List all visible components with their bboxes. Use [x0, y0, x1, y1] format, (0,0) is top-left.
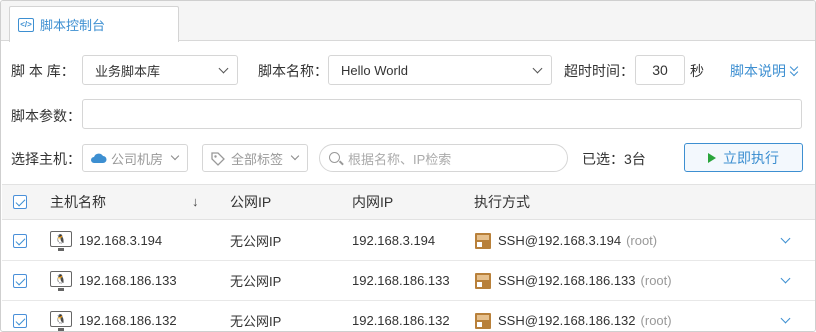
- select-all-checkbox[interactable]: [13, 195, 27, 209]
- run-now-label: 立即执行: [723, 149, 779, 166]
- tag-filter-value: 全部标签: [231, 151, 284, 167]
- room-filter-select[interactable]: 公司机房: [82, 144, 188, 172]
- cloud-icon: [91, 153, 107, 163]
- public-ip: 无公网IP: [230, 234, 282, 249]
- chevron-down-icon: [532, 63, 543, 74]
- chevron-down-icon: [218, 63, 229, 74]
- private-ip: 192.168.3.194: [352, 233, 436, 248]
- exec-method-target: SSH@192.168.186.133: [498, 273, 636, 288]
- exec-method-user: (root): [626, 233, 658, 248]
- table-row[interactable]: 🐧 192.168.186.132 无公网IP 192.168.186.132 …: [2, 301, 815, 331]
- room-filter-value: 公司机房: [111, 151, 164, 167]
- host-table-header: 主机名称 ↓ 公网IP 内网IP 执行方式: [2, 184, 815, 220]
- exec-method-target: SSH@192.168.3.194: [498, 233, 622, 248]
- chevron-down-icon[interactable]: [780, 313, 791, 324]
- script-help-label: 脚本说明: [730, 63, 786, 79]
- row-checkbox[interactable]: [13, 234, 27, 248]
- params-input[interactable]: [82, 99, 802, 129]
- exec-method: SSH@192.168.186.132 (root): [498, 301, 672, 331]
- exec-method-target: SSH@192.168.186.132: [498, 313, 636, 328]
- host-search-placeholder: 根据名称、IP检索: [348, 151, 452, 167]
- ssh-icon: [475, 273, 491, 289]
- public-ip: 无公网IP: [230, 314, 282, 329]
- ssh-icon: [475, 233, 491, 249]
- host-name: 192.168.3.194: [79, 233, 163, 248]
- sort-arrow-icon[interactable]: ↓: [192, 194, 199, 209]
- run-now-button[interactable]: 立即执行: [684, 143, 803, 172]
- library-select[interactable]: 业务脚本库: [82, 55, 238, 85]
- timeout-label: 超时时间：: [564, 63, 634, 79]
- tab-bar: </> 脚本控制台: [1, 1, 815, 42]
- header-host-name[interactable]: 主机名称: [50, 185, 106, 219]
- chevron-down-icon: [170, 151, 180, 161]
- header-public-ip: 公网IP: [230, 194, 272, 210]
- row-checkbox[interactable]: [13, 274, 27, 288]
- tab-label: 脚本控制台: [40, 18, 106, 33]
- chevron-down-icon: [290, 151, 300, 161]
- header-private-ip: 内网IP: [352, 194, 394, 210]
- library-value: 业务脚本库: [95, 63, 161, 79]
- private-ip: 192.168.186.133: [352, 273, 450, 288]
- exec-method-user: (root): [640, 273, 672, 288]
- script-name-value: Hello World: [341, 62, 408, 78]
- chevron-down-icon[interactable]: [780, 273, 791, 284]
- exec-method: SSH@192.168.3.194 (root): [498, 221, 657, 260]
- search-icon: [329, 152, 340, 163]
- header-method: 执行方式: [474, 194, 530, 210]
- script-help-link[interactable]: 脚本说明: [730, 61, 799, 81]
- timeout-input[interactable]: 30: [635, 55, 685, 85]
- play-icon: [708, 152, 716, 163]
- library-label: 脚 本 库：: [11, 63, 75, 79]
- code-icon: </>: [18, 17, 34, 32]
- host-name: 192.168.186.133: [79, 273, 177, 288]
- timeout-unit: 秒: [690, 63, 704, 79]
- tag-icon: [211, 152, 225, 166]
- host-name: 192.168.186.132: [79, 313, 177, 328]
- row-checkbox[interactable]: [13, 314, 27, 328]
- ssh-icon: [475, 313, 491, 329]
- linux-host-icon: 🐧: [50, 311, 72, 331]
- chevron-down-icon[interactable]: [780, 233, 791, 244]
- private-ip: 192.168.186.132: [352, 313, 450, 328]
- linux-host-icon: 🐧: [50, 231, 72, 251]
- host-search-input[interactable]: 根据名称、IP检索: [319, 144, 568, 172]
- tab-script-console[interactable]: </> 脚本控制台: [9, 6, 179, 42]
- linux-host-icon: 🐧: [50, 271, 72, 291]
- table-row[interactable]: 🐧 192.168.186.133 无公网IP 192.168.186.133 …: [2, 261, 815, 301]
- script-console-panel: </> 脚本控制台 脚 本 库： 业务脚本库 脚本名称： Hello World…: [0, 0, 816, 332]
- exec-method: SSH@192.168.186.133 (root): [498, 261, 672, 300]
- exec-method-user: (root): [640, 313, 672, 328]
- table-row[interactable]: 🐧 192.168.3.194 无公网IP 192.168.3.194 SSH@…: [2, 221, 815, 261]
- public-ip: 无公网IP: [230, 274, 282, 289]
- double-chevron-down-icon: [789, 62, 799, 77]
- host-select-label: 选择主机：: [11, 151, 81, 167]
- script-name-label: 脚本名称：: [258, 63, 328, 79]
- selected-count: 已选：3台: [582, 151, 646, 167]
- params-label: 脚本参数：: [11, 108, 81, 124]
- tag-filter-select[interactable]: 全部标签: [202, 144, 308, 172]
- script-name-select[interactable]: Hello World: [328, 55, 552, 85]
